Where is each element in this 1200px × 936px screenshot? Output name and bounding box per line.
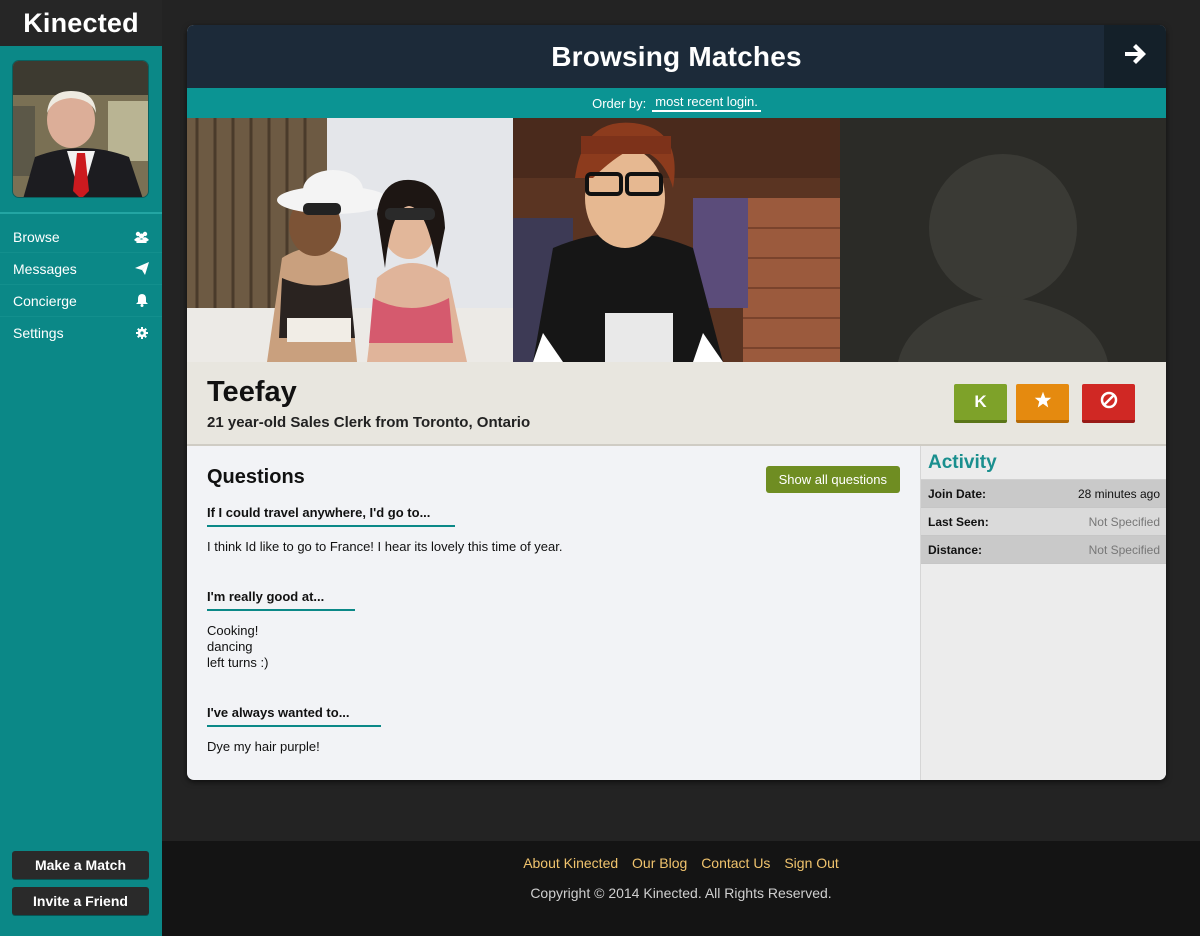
arrow-right-icon bbox=[1123, 42, 1147, 71]
profile-name: Teefay bbox=[207, 376, 297, 408]
question-title: I'm really good at... bbox=[207, 589, 355, 611]
sidebar-item-concierge[interactable]: Concierge bbox=[0, 285, 162, 317]
profile-summary: Teefay 21 year-old Sales Clerk from Toro… bbox=[187, 362, 1166, 446]
question-title: I've always wanted to... bbox=[207, 705, 381, 727]
sidebar-item-label: Settings bbox=[13, 325, 64, 341]
block-icon bbox=[1100, 391, 1118, 414]
footer-links: About Kinected Our Blog Contact Us Sign … bbox=[162, 855, 1200, 871]
sidebar-item-label: Messages bbox=[13, 260, 77, 277]
page-title: Browsing Matches bbox=[551, 40, 802, 72]
match-card: Browsing Matches Order by: most recent l… bbox=[187, 25, 1166, 780]
order-bar: Order by: most recent login. bbox=[187, 88, 1166, 118]
activity-label: Distance: bbox=[928, 542, 983, 557]
order-by-link[interactable]: most recent login. bbox=[652, 94, 761, 112]
profile-content: Questions Show all questions If I could … bbox=[187, 446, 1166, 780]
gear-icon bbox=[134, 326, 149, 340]
copyright-text: Copyright © 2014 Kinected. All Rights Re… bbox=[530, 885, 832, 901]
profile-photo-1[interactable] bbox=[187, 118, 513, 362]
photo-gallery bbox=[187, 118, 1166, 362]
answer-line: I think Id like to go to France! I hear … bbox=[207, 539, 563, 554]
activity-value: 28 minutes ago bbox=[1077, 486, 1160, 501]
activity-panel: Activity Join Date: 28 minutes ago Last … bbox=[920, 446, 1166, 780]
activity-row-join-date: Join Date: 28 minutes ago bbox=[921, 480, 1166, 508]
answer-line: left turns :) bbox=[207, 655, 269, 670]
footer-link-contact[interactable]: Contact Us bbox=[701, 855, 770, 871]
question-list: If I could travel anywhere, I'd go to...… bbox=[207, 504, 900, 755]
sidebar-item-label: Concierge bbox=[13, 292, 77, 309]
questions-panel: Questions Show all questions If I could … bbox=[187, 446, 920, 780]
block-button[interactable] bbox=[1082, 384, 1135, 423]
activity-label: Last Seen: bbox=[928, 514, 989, 529]
invite-friend-button[interactable]: Invite a Friend bbox=[12, 887, 149, 915]
profile-photo-2[interactable] bbox=[513, 118, 840, 362]
sidebar-item-settings[interactable]: Settings bbox=[0, 317, 162, 349]
make-a-match-button[interactable]: Make a Match bbox=[12, 851, 149, 879]
activity-value: Not Specified bbox=[1088, 542, 1160, 557]
footer-link-blog[interactable]: Our Blog bbox=[632, 855, 687, 871]
paper-plane-icon bbox=[134, 262, 149, 276]
sidebar: Kinected Browse Messages Concierge Setti… bbox=[0, 0, 162, 936]
activity-value: Not Specified bbox=[1088, 514, 1160, 529]
question-answer: Cooking! dancing left turns :) bbox=[207, 623, 900, 671]
bell-icon bbox=[134, 294, 149, 308]
question-item: I'm really good at... Cooking! dancing l… bbox=[207, 588, 900, 671]
activity-row-last-seen: Last Seen: Not Specified bbox=[921, 508, 1166, 536]
question-item: I've always wanted to... Dye my hair pur… bbox=[207, 704, 900, 755]
answer-line: Cooking! bbox=[207, 623, 259, 638]
question-answer: I think Id like to go to France! I hear … bbox=[207, 539, 900, 555]
activity-label: Join Date: bbox=[928, 486, 987, 501]
brand-logo[interactable]: Kinected bbox=[0, 0, 162, 46]
question-title: If I could travel anywhere, I'd go to... bbox=[207, 505, 455, 527]
answer-line: Dye my hair purple! bbox=[207, 739, 320, 754]
sidebar-item-browse[interactable]: Browse bbox=[0, 221, 162, 253]
activity-heading: Activity bbox=[921, 446, 1166, 480]
order-label: Order by: bbox=[592, 95, 647, 111]
favorite-button[interactable] bbox=[1016, 384, 1069, 423]
answer-line: dancing bbox=[207, 639, 253, 654]
kinect-button[interactable]: K bbox=[954, 384, 1007, 423]
show-all-questions-button[interactable]: Show all questions bbox=[765, 466, 900, 493]
sidebar-divider bbox=[0, 212, 162, 214]
profile-photo-placeholder[interactable] bbox=[840, 118, 1166, 362]
sidebar-item-messages[interactable]: Messages bbox=[0, 253, 162, 285]
activity-row-distance: Distance: Not Specified bbox=[921, 536, 1166, 564]
star-icon bbox=[1034, 391, 1052, 414]
next-match-button[interactable] bbox=[1104, 25, 1166, 88]
footer-link-about[interactable]: About Kinected bbox=[523, 855, 618, 871]
footer-link-sign-out[interactable]: Sign Out bbox=[784, 855, 838, 871]
sidebar-nav: Browse Messages Concierge Settings bbox=[0, 221, 162, 349]
card-header: Browsing Matches bbox=[187, 25, 1166, 88]
profile-subtitle: 21 year-old Sales Clerk from Toronto, On… bbox=[207, 414, 531, 431]
users-icon bbox=[134, 230, 149, 244]
question-answer: Dye my hair purple! bbox=[207, 739, 900, 755]
question-item: If I could travel anywhere, I'd go to...… bbox=[207, 504, 900, 555]
footer: About Kinected Our Blog Contact Us Sign … bbox=[162, 841, 1200, 936]
user-avatar[interactable] bbox=[12, 60, 149, 198]
sidebar-item-label: Browse bbox=[13, 228, 60, 245]
